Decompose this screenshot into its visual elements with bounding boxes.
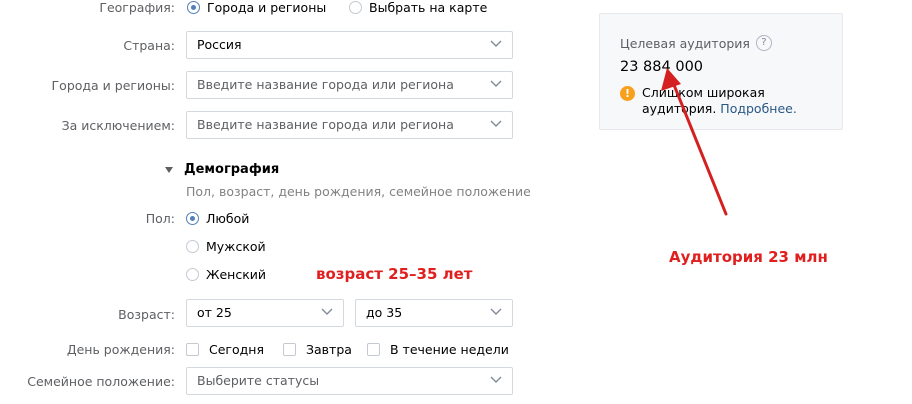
checkbox-week[interactable]: В течение недели [367, 342, 509, 357]
help-icon[interactable]: ? [755, 35, 772, 51]
more-link[interactable]: Подробнее. [720, 101, 797, 116]
chevron-down-icon [490, 120, 502, 127]
radio-gender-any[interactable]: Любой [186, 211, 249, 226]
audience-title-row: Целевая аудитория ? [620, 35, 772, 51]
radio-gender-male[interactable]: Мужской [186, 239, 266, 254]
radio-label: Города и регионы [207, 0, 327, 15]
age-from-value: от 25 [197, 305, 232, 320]
audience-warning: Слишком широкая аудитория. Подробнее. [642, 85, 812, 117]
cities-input[interactable]: Введите название города или региона [186, 71, 513, 99]
checkbox-tomorrow[interactable]: Завтра [283, 342, 352, 357]
exclude-input[interactable]: Введите название города или региона [186, 111, 513, 139]
demography-subtitle: Пол, возраст, день рождения, семейное по… [186, 184, 531, 199]
chevron-down-icon [490, 80, 502, 87]
age-label: Возраст: [118, 307, 175, 322]
exclude-label: За исключением: [61, 118, 175, 133]
radio-unchecked-icon [349, 1, 362, 14]
cities-placeholder: Введите название города или региона [197, 77, 454, 92]
age-from-select[interactable]: от 25 [186, 299, 344, 327]
radio-unchecked-icon [186, 240, 199, 253]
checkbox-icon [283, 343, 296, 356]
exclude-placeholder: Введите название города или региона [197, 117, 454, 132]
country-value: Россия [197, 37, 242, 52]
radio-label: Мужской [206, 239, 266, 254]
chevron-down-icon [321, 308, 333, 315]
chevron-down-icon [490, 40, 502, 47]
gender-label: Пол: [145, 211, 175, 226]
radio-label: Выбрать на карте [369, 0, 488, 15]
radio-checked-icon [186, 212, 199, 225]
audience-title: Целевая аудитория [620, 35, 750, 51]
marital-select[interactable]: Выберите статусы [186, 367, 513, 395]
radio-label: Любой [206, 211, 250, 226]
checkbox-icon [367, 343, 380, 356]
geography-label: География: [99, 0, 175, 15]
demography-toggle[interactable]: Демография [165, 162, 279, 177]
radio-gender-female[interactable]: Женский [186, 267, 266, 282]
country-select[interactable]: Россия [186, 31, 513, 59]
triangle-down-icon [165, 166, 173, 173]
audience-annotation: Аудитория 23 млн [669, 248, 828, 266]
age-annotation: возраст 25–35 лет [316, 265, 473, 283]
marital-placeholder: Выберите статусы [197, 373, 320, 388]
chevron-down-icon [490, 308, 502, 315]
demography-title: Демография [184, 162, 280, 177]
country-label: Страна: [123, 38, 175, 53]
audience-count: 23 884 000 [620, 59, 704, 75]
checkbox-icon [186, 343, 199, 356]
radio-map[interactable]: Выбрать на карте [349, 0, 487, 15]
checkbox-today[interactable]: Сегодня [186, 342, 264, 357]
checkbox-label: В течение недели [390, 342, 509, 357]
audience-panel: Целевая аудитория ? 23 884 000 ! Слишком… [599, 13, 843, 130]
chevron-down-icon [490, 376, 502, 383]
marital-label: Семейное положение: [27, 374, 175, 389]
age-to-value: до 35 [366, 305, 403, 320]
warning-icon: ! [620, 86, 635, 101]
radio-label: Женский [206, 267, 266, 282]
cities-label: Города и регионы: [51, 78, 175, 93]
birthday-label: День рождения: [66, 342, 175, 357]
checkbox-label: Завтра [306, 342, 352, 357]
radio-unchecked-icon [186, 268, 199, 281]
checkbox-label: Сегодня [209, 342, 264, 357]
age-to-select[interactable]: до 35 [355, 299, 513, 327]
radio-checked-icon [187, 1, 200, 14]
radio-cities-regions[interactable]: Города и регионы [187, 0, 326, 15]
